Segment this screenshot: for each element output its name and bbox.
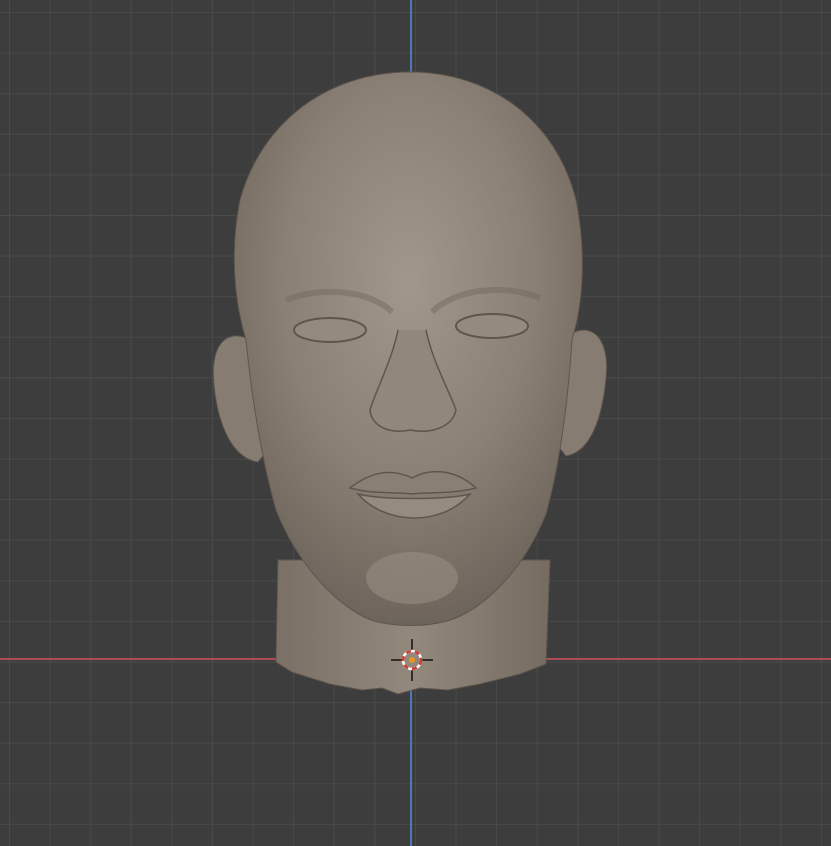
chin: [366, 552, 458, 604]
3d-cursor-icon[interactable]: [391, 639, 433, 681]
sculpted-head-mesh[interactable]: [0, 0, 831, 846]
3d-viewport[interactable]: [0, 0, 831, 846]
left-eye: [293, 317, 367, 343]
right-eye: [455, 313, 529, 339]
